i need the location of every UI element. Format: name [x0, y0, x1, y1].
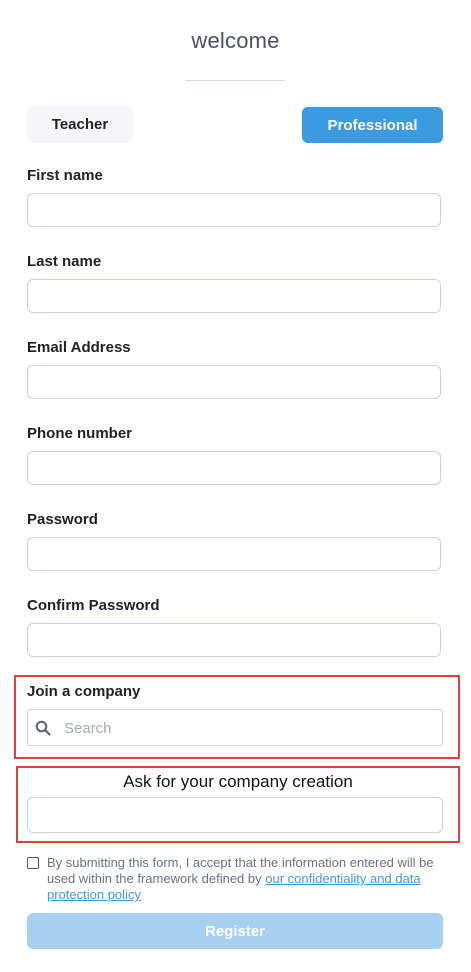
last-name-label: Last name: [27, 253, 102, 270]
confirm-password-label: Confirm Password: [27, 597, 160, 614]
phone-input[interactable]: [27, 451, 441, 485]
join-company-label: Join a company: [27, 683, 141, 700]
professional-button[interactable]: Professional: [302, 107, 443, 143]
title-divider: [185, 80, 285, 81]
last-name-input[interactable]: [27, 279, 441, 313]
email-label: Email Address: [27, 339, 131, 356]
phone-label: Phone number: [27, 425, 133, 442]
consent-checkbox[interactable]: [27, 857, 39, 869]
first-name-label: First name: [27, 167, 103, 184]
search-placeholder: Search: [64, 720, 112, 737]
register-button[interactable]: Register: [27, 913, 443, 949]
company-creation-input[interactable]: [27, 797, 443, 833]
confirm-password-input[interactable]: [27, 623, 441, 657]
page-title: welcome: [191, 28, 280, 53]
search-icon: [35, 720, 51, 736]
company-creation-label: Ask for your company creation: [123, 772, 353, 791]
password-input[interactable]: [27, 537, 441, 571]
first-name-input[interactable]: [27, 193, 441, 227]
password-label: Password: [27, 511, 98, 528]
company-search-input[interactable]: Search: [27, 709, 443, 746]
consent-text: By submitting this form, I accept that t…: [47, 855, 447, 903]
teacher-button[interactable]: Teacher: [27, 106, 133, 143]
email-input[interactable]: [27, 365, 441, 399]
